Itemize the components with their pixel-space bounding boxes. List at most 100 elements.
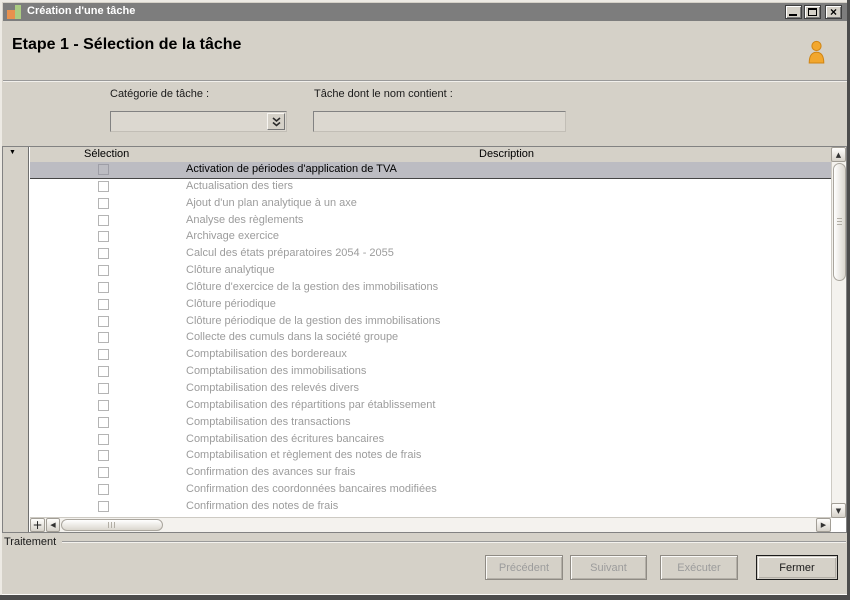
category-combobox[interactable] [110,111,287,132]
task-description: Archivage exercice [186,230,279,243]
close-button[interactable]: × [825,5,842,19]
row-checkbox[interactable] [98,332,109,344]
table-row[interactable]: Comptabilisation des immobilisations [30,364,831,381]
task-description: Confirmation des avances sur frais [186,466,356,479]
task-description: Comptabilisation des bordereaux [186,348,347,361]
task-description: Clôture périodique [186,297,276,310]
row-checkbox[interactable] [98,298,109,310]
user-icon [806,40,827,70]
scroll-right-icon[interactable]: ▶ [816,518,831,532]
table-row[interactable]: Comptabilisation des transactions [30,415,831,432]
name-filter-input[interactable] [313,111,566,132]
row-checkbox[interactable] [98,349,109,361]
table-row[interactable]: Clôture périodique [30,297,831,314]
horizontal-scrollbar-thumb[interactable] [61,519,163,531]
task-description: Actualisation des tiers [186,179,293,192]
row-checkbox[interactable] [98,197,109,209]
maximize-icon [808,8,817,16]
add-column-button[interactable]: + [30,518,45,532]
row-checkbox[interactable] [98,399,109,411]
window-border-bottom [0,595,850,600]
table-row[interactable]: Comptabilisation des relevés divers [30,381,831,398]
previous-button[interactable]: Précédent [485,555,563,580]
table-row[interactable]: Comptabilisation des écritures bancaires [30,432,831,449]
row-checkbox[interactable] [98,265,109,277]
close-icon: × [829,5,837,19]
window-controls: × [785,5,842,19]
task-table: ▼ Sélection Description Activation de pé… [2,146,847,533]
task-description: Confirmation des notes de frais [186,499,339,512]
task-description: Clôture analytique [186,264,275,277]
minimize-button[interactable] [785,5,802,19]
table-row[interactable]: Confirmation des notes de frais [30,499,831,516]
task-description: Clôture périodique de la gestion des imm… [186,314,441,327]
row-checkbox[interactable] [98,248,109,260]
scroll-left-icon[interactable]: ◀ [46,518,60,532]
table-row[interactable]: Ajout d'un plan analytique à un axe [30,196,831,213]
table-header: Sélection Description [30,147,831,162]
window-title: Création d'une tâche [27,5,136,17]
table-row[interactable]: Confirmation des coordonnées bancaires m… [30,482,831,499]
row-checkbox[interactable] [98,382,109,394]
task-description: Calcul des états préparatoires 2054 - 20… [186,247,394,260]
title-bar[interactable]: Création d'une tâche × [3,3,847,21]
column-header-description[interactable]: Description [479,148,534,160]
row-checkbox[interactable] [98,467,109,479]
row-checkbox[interactable] [98,416,109,428]
table-row[interactable]: Collecte des cumuls dans la société grou… [30,330,831,347]
table-row[interactable]: Clôture périodique de la gestion des imm… [30,314,831,331]
row-selector-gutter[interactable]: ▼ [3,147,29,532]
header-separator [3,80,847,82]
table-row[interactable]: Confirmation des avances sur frais [30,465,831,482]
row-checkbox[interactable] [98,281,109,293]
row-checkbox[interactable] [98,450,109,462]
next-button[interactable]: Suivant [570,555,647,580]
dialog-window: Création d'une tâche × Etape 1 - Sélecti… [0,0,850,600]
table-row[interactable]: Comptabilisation et règlement des notes … [30,448,831,465]
task-description: Analyse des règlements [186,213,304,226]
row-checkbox[interactable] [98,315,109,327]
task-description: Collecte des cumuls dans la société grou… [186,331,399,344]
scroll-down-icon[interactable]: ▼ [831,503,846,518]
page-title: Etape 1 - Sélection de la tâche [12,36,242,53]
traitement-separator [62,541,846,543]
window-border-bottom-highlight [2,594,847,595]
task-description: Comptabilisation des répartitions par ét… [186,398,436,411]
row-checkbox[interactable] [98,231,109,243]
row-checkbox[interactable] [98,484,109,496]
row-checkbox[interactable] [98,500,109,512]
table-row[interactable]: Comptabilisation des répartitions par ét… [30,398,831,415]
traitement-label: Traitement [4,536,61,548]
task-description: Activation de périodes d'application de … [186,163,397,175]
row-marker-icon: ▼ [9,149,16,156]
table-row[interactable]: Comptabilisation des bordereaux [30,347,831,364]
app-icon-orange-bar [7,10,15,19]
maximize-button[interactable] [804,5,821,19]
table-row[interactable]: Archivage exercice [30,229,831,246]
name-filter-label: Tâche dont le nom contient : [314,88,453,100]
table-row[interactable]: Actualisation des tiers [30,179,831,196]
column-header-selection[interactable]: Sélection [84,148,129,160]
horizontal-scrollbar[interactable]: + ◀ ▶ [30,517,831,532]
task-description: Comptabilisation des transactions [186,415,351,428]
task-description: Clôture d'exercice de la gestion des imm… [186,280,439,293]
vertical-scrollbar-thumb[interactable] [833,163,846,281]
table-row[interactable]: Calcul des états préparatoires 2054 - 20… [30,246,831,263]
table-row[interactable]: Analyse des règlements [30,213,831,230]
row-checkbox[interactable] [98,366,109,378]
close-dialog-button[interactable]: Fermer [756,555,838,580]
task-description: Ajout d'un plan analytique à un axe [186,196,357,209]
table-row[interactable]: Activation de périodes d'application de … [30,162,831,179]
chevron-double-down-icon[interactable] [267,113,285,130]
vertical-scrollbar[interactable]: ▲ ▼ [831,147,846,518]
scroll-up-icon[interactable]: ▲ [831,147,846,162]
execute-button[interactable]: Exécuter [660,555,738,580]
row-checkbox[interactable] [98,214,109,226]
row-checkbox[interactable] [98,433,109,445]
table-row[interactable]: Clôture analytique [30,263,831,280]
task-description: Confirmation des coordonnées bancaires m… [186,483,437,496]
row-checkbox[interactable] [98,180,109,192]
row-checkbox[interactable] [98,164,109,175]
app-icon-green-bar [15,5,21,19]
table-row[interactable]: Clôture d'exercice de la gestion des imm… [30,280,831,297]
